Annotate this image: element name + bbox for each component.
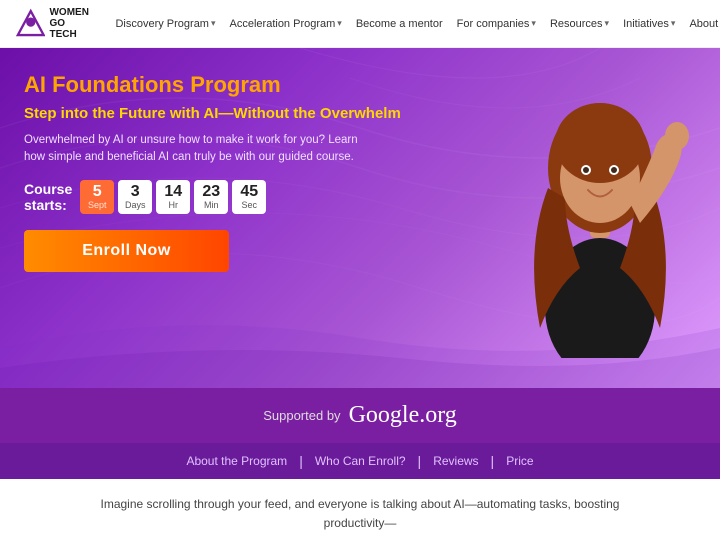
countdown-sec-item: 45 Sec <box>232 180 266 214</box>
google-org-text: Google.org <box>349 402 457 429</box>
course-starts: Coursestarts: 5 Sept 3 Days 14 Hr 23 Min <box>24 180 484 214</box>
bottom-text: Imagine scrolling through your feed, and… <box>80 495 640 533</box>
nav-become-mentor[interactable]: Become a mentor <box>352 14 447 34</box>
hero-content: AI Foundations Program Step into the Fut… <box>24 72 484 272</box>
person-svg <box>495 48 705 358</box>
bottom-section: Imagine scrolling through your feed, and… <box>0 479 720 549</box>
chevron-down-icon: ▾ <box>671 18 676 29</box>
nav-acceleration-program[interactable]: Acceleration Program ▾ <box>226 14 346 34</box>
countdown-day-label: Sept <box>86 200 108 210</box>
chevron-down-icon: ▾ <box>211 18 216 29</box>
nav-resources[interactable]: Resources ▾ <box>546 14 613 34</box>
course-starts-label: Coursestarts: <box>24 181 72 213</box>
sub-nav-about-program[interactable]: About the Program <box>174 454 299 468</box>
supported-by-label: Supported by <box>263 408 340 423</box>
countdown-days-number: 3 <box>124 184 146 200</box>
logo-text: WOMEN GO TECH <box>49 7 91 40</box>
chevron-down-icon: ▾ <box>337 18 342 29</box>
sub-nav: About the Program | Who Can Enroll? | Re… <box>0 443 720 479</box>
enroll-now-button[interactable]: Enroll Now <box>24 230 229 272</box>
hero-title: AI Foundations Program <box>24 72 484 98</box>
logo[interactable]: WOMEN GO TECH <box>16 7 91 40</box>
countdown-day-number: 5 <box>86 184 108 200</box>
sub-nav-price[interactable]: Price <box>494 454 545 468</box>
countdown-timer: 5 Sept 3 Days 14 Hr 23 Min 45 Sec <box>80 180 266 214</box>
chevron-down-icon: ▾ <box>531 18 536 29</box>
countdown-min-label: Min <box>200 200 222 210</box>
countdown-days-item: 3 Days <box>118 180 152 214</box>
nav-about[interactable]: About ▾ <box>685 14 720 34</box>
hero-section: AI Foundations Program Step into the Fut… <box>0 48 720 388</box>
countdown-min-item: 23 Min <box>194 180 228 214</box>
countdown-hr-label: Hr <box>162 200 184 210</box>
countdown-min-number: 23 <box>200 184 222 200</box>
countdown-days-label: Days <box>124 200 146 210</box>
nav-items: Discovery Program ▾ Acceleration Program… <box>111 14 720 34</box>
sub-nav-reviews[interactable]: Reviews <box>421 454 490 468</box>
nav-initiatives[interactable]: Initiatives ▾ <box>619 14 679 34</box>
countdown-sec-label: Sec <box>238 200 260 210</box>
nav-discovery-program[interactable]: Discovery Program ▾ <box>111 14 219 34</box>
nav-for-companies[interactable]: For companies ▾ <box>453 14 540 34</box>
countdown-sec-number: 45 <box>238 184 260 200</box>
logo-icon <box>16 8 45 40</box>
countdown-hr-number: 14 <box>162 184 184 200</box>
support-section: Supported by Google.org <box>0 388 720 443</box>
countdown-hr-item: 14 Hr <box>156 180 190 214</box>
hero-subtitle: Step into the Future with AI—Without the… <box>24 104 484 124</box>
hero-person-image <box>490 48 710 358</box>
sub-nav-who-can-enroll[interactable]: Who Can Enroll? <box>303 454 418 468</box>
hero-description: Overwhelmed by AI or unsure how to make … <box>24 132 364 167</box>
chevron-down-icon: ▾ <box>605 18 610 29</box>
navbar: WOMEN GO TECH Discovery Program ▾ Accele… <box>0 0 720 48</box>
countdown-day-item: 5 Sept <box>80 180 114 214</box>
